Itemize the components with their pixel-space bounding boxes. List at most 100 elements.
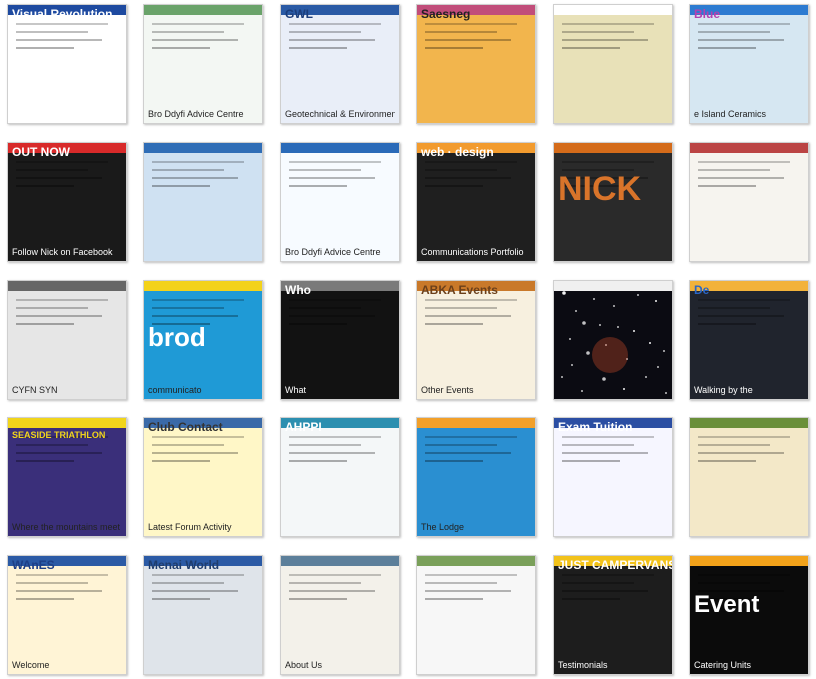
tile-line (698, 582, 770, 584)
website-thumbnail-r2c3[interactable]: Bro Ddyfi Advice Centre (280, 142, 400, 262)
website-thumbnail-r1c2[interactable]: Bro Ddyfi Advice Centre (143, 4, 263, 124)
website-thumbnail-r3c4[interactable]: ABKA Events Other Events (416, 280, 536, 400)
website-thumbnail-r2c2[interactable] (143, 142, 263, 262)
tile-line (289, 323, 347, 325)
website-thumbnail-r1c4[interactable]: Saesneg (416, 4, 536, 124)
tile-header-bar (554, 143, 672, 153)
tile-line (289, 299, 381, 301)
tile-line (562, 590, 648, 592)
tile-line (425, 315, 511, 317)
tile-caption: What (285, 385, 307, 395)
tile-line (562, 598, 620, 600)
website-thumbnail-r4c5[interactable]: Exam Tuition (553, 417, 673, 537)
tile-headline: Visual Revolution (12, 7, 113, 21)
tile-line (152, 582, 224, 584)
tile-line (152, 598, 210, 600)
tile-line (698, 39, 784, 41)
website-thumbnail-r5c4[interactable] (416, 555, 536, 675)
tile-line (289, 452, 375, 454)
tile-caption: e Island Ceramics (694, 109, 767, 119)
website-thumbnail-r4c6[interactable] (689, 417, 809, 537)
website-thumbnail-r5c2[interactable]: Menai World (143, 555, 263, 675)
tile-line (562, 436, 654, 438)
tile-line (152, 460, 210, 462)
tile-caption: Bro Ddyfi Advice Centre (148, 109, 244, 119)
website-thumbnail-r5c5[interactable]: JUST CAMPERVANS Testimonials (553, 555, 673, 675)
website-thumbnail-r1c1[interactable]: Visual Revolution (7, 4, 127, 124)
tile-caption: The Lodge (421, 522, 465, 532)
tile-header-bar (144, 5, 262, 15)
tile-line (698, 436, 790, 438)
tile-headline: WAnES (12, 558, 55, 572)
tile-line (562, 452, 648, 454)
tile-line (152, 444, 224, 446)
website-thumbnail-r4c4[interactable]: The Lodge (416, 417, 536, 537)
tile-line (16, 299, 108, 301)
tile-headline: brod (148, 322, 206, 352)
tile-caption: Testimonials (558, 660, 608, 670)
tile-headline: JUST CAMPERVANS (558, 558, 672, 572)
website-thumbnail-r2c5[interactable]: NICK (553, 142, 673, 262)
tile-caption: Where the mountains meet the sea (12, 522, 122, 532)
tile-line (152, 39, 238, 41)
tile-line (152, 177, 238, 179)
tile-line (289, 161, 381, 163)
tile-line (562, 31, 634, 33)
tile-line (16, 161, 108, 163)
tile-line (152, 436, 244, 438)
website-thumbnail-r5c1[interactable]: WAnES Welcome (7, 555, 127, 675)
tile-line (698, 574, 790, 576)
tile-line (425, 444, 497, 446)
tile-line (425, 574, 517, 576)
website-thumbnail-r2c6[interactable] (689, 142, 809, 262)
website-thumbnail-r4c3[interactable]: AHPPI (280, 417, 400, 537)
tile-line (16, 444, 88, 446)
tile-line (698, 452, 784, 454)
tile-line (152, 161, 244, 163)
tile-line (562, 39, 648, 41)
tile-line (16, 452, 102, 454)
website-thumbnail-r1c6[interactable]: Blue e Island Ceramics (689, 4, 809, 124)
tile-line (698, 315, 784, 317)
tile-line (698, 47, 756, 49)
tile-line (16, 185, 74, 187)
website-thumbnail-r2c1[interactable]: OUT NOW Follow Nick on Facebook (7, 142, 127, 262)
tile-line (698, 299, 790, 301)
tile-line (289, 315, 375, 317)
website-thumbnail-r3c6[interactable]: De Walking by the (689, 280, 809, 400)
tile-line (425, 436, 517, 438)
website-thumbnail-r3c3[interactable]: Who What (280, 280, 400, 400)
tile-line (16, 169, 88, 171)
website-thumbnail-r3c5[interactable] (553, 280, 673, 400)
tile-line (425, 47, 483, 49)
website-thumbnail-r3c2[interactable]: brod communicato (143, 280, 263, 400)
tile-line (289, 590, 375, 592)
tile-line (698, 444, 770, 446)
tile-line (16, 39, 102, 41)
tile-line (16, 315, 102, 317)
tile-line (289, 31, 361, 33)
tile-header-bar (8, 281, 126, 291)
tile-line (152, 47, 210, 49)
website-thumbnail-r1c3[interactable]: GWL Geotechnical & Environmental Services (280, 4, 400, 124)
website-thumbnail-r4c2[interactable]: Club Contact Latest Forum Activity (143, 417, 263, 537)
website-thumbnail-r1c5[interactable] (553, 4, 673, 124)
tile-line (425, 23, 517, 25)
website-thumbnail-r5c6[interactable]: Event Catering Units (689, 555, 809, 675)
tile-line (562, 47, 620, 49)
tile-headline: Who (285, 283, 311, 297)
tile-line (152, 299, 244, 301)
thumbnail-grid: Visual Revolution Bro Ddyfi Advice Centre… (0, 0, 816, 679)
tile-line (425, 323, 483, 325)
tile-headline: GWL (285, 7, 313, 21)
tile-line (698, 185, 756, 187)
tile-line (698, 161, 790, 163)
tile-line (152, 307, 224, 309)
website-thumbnail-r4c1[interactable]: ABERYSTWYTH SEASIDE TRIATHLON Where the m… (7, 417, 127, 537)
tile-line (425, 39, 511, 41)
website-thumbnail-r5c3[interactable]: About Us (280, 555, 400, 675)
website-thumbnail-r2c4[interactable]: web · design Communications Portfolio (416, 142, 536, 262)
tile-header-bar (144, 281, 262, 291)
tile-line (562, 460, 620, 462)
website-thumbnail-r3c1[interactable]: CYFN SYN (7, 280, 127, 400)
